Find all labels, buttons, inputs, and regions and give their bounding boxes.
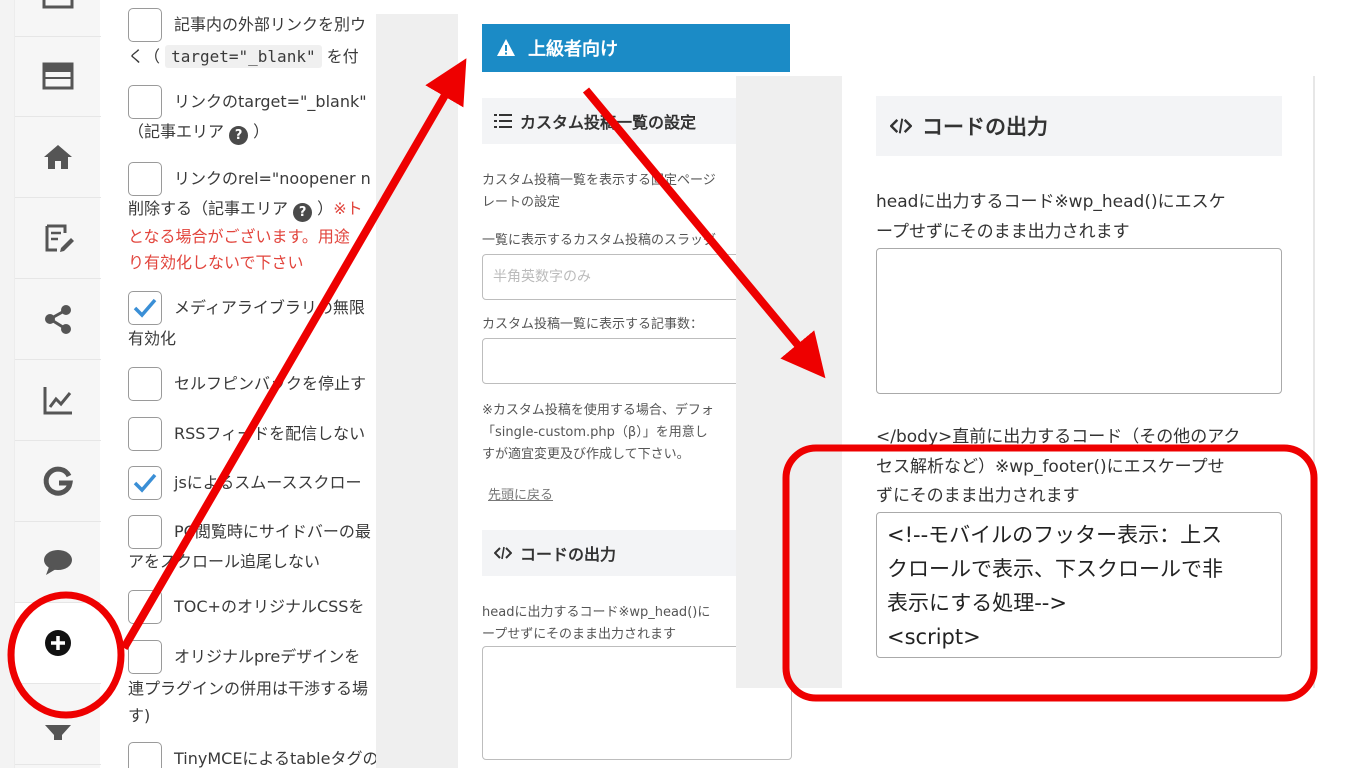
option-label: 削除する（記事エリア ? ）※ト	[128, 199, 363, 222]
help-icon[interactable]: ?	[293, 203, 313, 222]
icon-sidebar	[0, 0, 101, 768]
panel-divider	[1313, 76, 1315, 688]
warning-icon	[497, 39, 515, 56]
option-label: TOC+のオリジナルCSSを	[174, 597, 365, 616]
theme-layout-icon[interactable]	[15, 0, 101, 37]
panel-gutter	[736, 76, 842, 688]
field-label: ープせずにそのまま出力されます	[482, 627, 676, 642]
option-label: jsによるスムーススクロー	[174, 473, 362, 492]
option-checkbox[interactable]	[128, 590, 162, 624]
section-title: コードの出力	[520, 545, 617, 564]
code-line: クロールで表示、下スクロールで非	[887, 557, 1223, 581]
code-output-panel: コードの出力 headに出力するコード※wp_head()にエスケ ープせずにそ…	[736, 76, 1322, 688]
option-label: 記事内の外部リンクを別ウ	[174, 15, 367, 34]
help-icon[interactable]: ?	[229, 126, 249, 145]
option-checkbox[interactable]	[128, 162, 162, 196]
field-note: ※カスタム投稿を使用する場合、デフォ	[482, 403, 714, 418]
section-heading: コードの出力	[876, 96, 1282, 156]
code-icon	[890, 118, 912, 134]
code-line: <!--モバイルのフッター表示：上ス	[887, 523, 1223, 547]
checkmark-icon	[133, 473, 157, 493]
field-label: ずにそのまま出力されます	[876, 486, 1080, 506]
comment-icon[interactable]	[15, 522, 101, 603]
option-checkbox[interactable]	[128, 742, 162, 768]
option-label: 連プラグインの併用は干渉する場	[128, 679, 369, 698]
checkmark-icon	[133, 298, 157, 318]
edit-post-icon[interactable]	[15, 198, 101, 279]
layout-icon[interactable]	[15, 36, 101, 117]
google-icon[interactable]	[15, 441, 101, 522]
option-label: す)	[128, 706, 151, 725]
field-description: レートの設定	[482, 195, 561, 210]
option-checkbox[interactable]	[128, 417, 162, 451]
field-label: headに出力するコード※wp_head()にエスケ	[876, 192, 1226, 212]
head-code-textarea[interactable]	[876, 248, 1282, 394]
option-label: セルフピンバックを停止す	[174, 374, 367, 393]
analytics-icon[interactable]	[15, 360, 101, 441]
plus-circle-icon[interactable]	[15, 603, 101, 684]
section-title: コードの出力	[922, 115, 1048, 139]
advanced-banner: 上級者向け	[482, 24, 790, 72]
option-checkbox[interactable]	[128, 640, 162, 674]
option-label: アをスクロール追尾しない	[128, 552, 321, 571]
field-note: 「single-custom.php（β）」を用意し	[482, 425, 708, 440]
field-label: セス解析など）※wp_footer()にエスケープせ	[876, 457, 1225, 477]
list-icon	[494, 114, 512, 128]
option-warning: となる場合がございます。用途	[128, 227, 350, 246]
option-label: RSSフィードを配信しない	[174, 424, 366, 443]
option-checkbox[interactable]	[128, 8, 162, 42]
home-icon[interactable]	[15, 117, 101, 198]
field-note: すが適宜変更及び作成して下さい。	[482, 447, 690, 462]
option-warning: り有効化しないで下さい	[128, 253, 304, 272]
option-checkbox-checked[interactable]	[128, 466, 162, 500]
option-checkbox[interactable]	[128, 515, 162, 549]
banner-title: 上級者向け	[528, 39, 618, 60]
field-label: </body>直前に出力するコード（その他のアク	[876, 427, 1241, 447]
code-line: <script>	[887, 625, 981, 649]
back-to-top-link[interactable]: 先頭に戻る	[488, 484, 553, 503]
option-checkbox[interactable]	[128, 85, 162, 119]
option-label: く（ target="_blank" を付	[128, 45, 359, 68]
option-checkbox-checked[interactable]	[128, 291, 162, 325]
option-label: 有効化	[128, 329, 177, 348]
field-label: headに出力するコード※wp_head()に	[482, 605, 711, 620]
option-label: PC閲覧時にサイドバーの最	[174, 522, 371, 541]
option-label: （記事エリア ? ）	[128, 122, 270, 145]
option-label: リンクのtarget="_blank"	[174, 92, 367, 111]
filter-icon[interactable]	[15, 684, 101, 765]
code-snippet: target="_blank"	[165, 45, 322, 68]
field-label: ープせずにそのまま出力されます	[876, 222, 1130, 242]
section-title: カスタム投稿一覧の設定	[520, 113, 697, 132]
field-label: カスタム投稿一覧に表示する記事数：	[482, 317, 704, 332]
footer-code-textarea[interactable]: <!--モバイルのフッター表示：上ス クロールで表示、下スクロールで非 表示にす…	[876, 512, 1282, 658]
code-icon	[494, 546, 512, 560]
panel-gutter	[376, 14, 458, 768]
option-label: リンクのrel="noopener n	[174, 169, 371, 188]
option-label: オリジナルpreデザインを	[174, 647, 361, 666]
option-label: メディアライブラリの無限	[174, 298, 365, 317]
field-label: 一覧に表示するカスタム投稿のスラッグ	[482, 233, 717, 248]
field-description: カスタム投稿一覧を表示する固定ページ	[482, 173, 716, 188]
option-checkbox[interactable]	[128, 367, 162, 401]
share-icon[interactable]	[15, 279, 101, 360]
